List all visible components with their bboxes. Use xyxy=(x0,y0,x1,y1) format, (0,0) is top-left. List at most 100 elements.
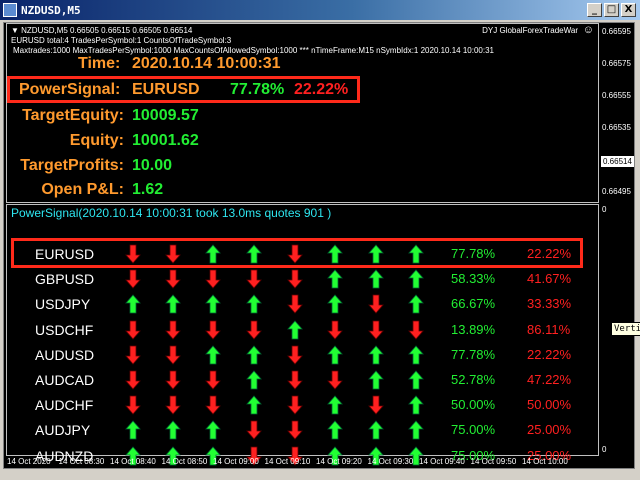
power-signal-label: PowerSignal: xyxy=(19,81,121,98)
up-arrow-icon xyxy=(408,420,424,440)
trade-status-line: EURUSD total:4 TradesPerSymbol:1 CountsO… xyxy=(11,36,232,45)
down-arrow-icon xyxy=(125,320,141,340)
signal-row: USDJPY 66.67% 33.33% xyxy=(7,292,600,316)
up-arrow-icon xyxy=(246,294,262,314)
up-arrow-icon xyxy=(368,370,384,390)
time-tick: 14 Oct 09:20 xyxy=(316,457,362,466)
indicator-title: PowerSignal(2020.10.14 10:00:31 took 13.… xyxy=(11,206,332,220)
down-arrow-icon xyxy=(165,345,181,365)
time-tick: 14 Oct 09:30 xyxy=(367,457,414,466)
symbol-name: USDCHF xyxy=(35,321,94,338)
time-tick: 14 Oct 09:40 xyxy=(419,457,465,466)
up-arrow-icon xyxy=(205,345,221,365)
sell-percent: 41.67% xyxy=(527,271,572,287)
up-arrow-icon xyxy=(408,294,424,314)
up-arrow-icon xyxy=(408,269,424,289)
open-pl-label: Open P&L: xyxy=(41,181,124,198)
time-tick: 14 Oct 09:10 xyxy=(264,457,311,466)
down-arrow-icon xyxy=(205,320,221,340)
open-pl-value: 1.62 xyxy=(132,181,164,198)
symbol-name: AUDCAD xyxy=(35,372,95,388)
indicator-subwindow[interactable]: PowerSignal(2020.10.14 10:00:31 took 13.… xyxy=(6,204,600,466)
window-title: NZDUSD,M5 xyxy=(21,3,81,17)
sell-percent: 86.11% xyxy=(527,321,571,337)
down-arrow-icon xyxy=(165,244,181,264)
time-tick: 14 Oct 09:50 xyxy=(470,457,517,466)
smiley-icon[interactable]: ☺ xyxy=(583,24,594,36)
settings-line: Maxtrades:1000 MaxTradesPerSymbol:1000 M… xyxy=(13,46,494,55)
up-arrow-icon xyxy=(327,345,343,365)
signal-row: GBPUSD 58.33% 41.67% xyxy=(7,267,600,291)
down-arrow-icon xyxy=(327,370,343,390)
down-arrow-icon xyxy=(327,320,343,340)
symbol-name: GBPUSD xyxy=(35,271,95,288)
up-arrow-icon xyxy=(327,244,343,264)
down-arrow-icon xyxy=(287,345,303,365)
price-tick: 0.66495 xyxy=(602,187,631,196)
up-arrow-icon xyxy=(327,420,343,440)
signal-row: EURUSD 77.78% 22.22% xyxy=(7,242,600,266)
up-arrow-icon xyxy=(287,319,303,340)
up-arrow-icon xyxy=(408,345,424,365)
down-arrow-icon xyxy=(287,420,303,440)
time-value: 2020.10.14 10:00:31 xyxy=(132,55,281,72)
sell-percent: 22.22% xyxy=(527,346,572,362)
buy-percent: 50.00% xyxy=(451,397,496,413)
down-arrow-icon xyxy=(368,320,384,340)
buy-percent: 77.78% xyxy=(451,346,496,362)
down-arrow-icon xyxy=(165,395,181,415)
time-tick: 14 Oct 2020 xyxy=(7,457,51,466)
sell-percent: 47.22% xyxy=(527,372,572,387)
up-arrow-icon xyxy=(327,269,343,289)
up-arrow-icon xyxy=(165,420,181,440)
up-arrow-icon xyxy=(205,294,221,314)
expert-name: DYJ GlobalForexTradeWar xyxy=(482,26,578,35)
power-signal-symbol: EURUSD xyxy=(132,81,200,98)
target-profits-value: 10.00 xyxy=(132,157,173,174)
signal-row: USDCHF 13.89% 86.11% xyxy=(7,318,600,342)
up-arrow-icon xyxy=(327,294,343,314)
sell-percent: 22.22% xyxy=(527,246,572,261)
time-label: Time: xyxy=(78,55,121,72)
symbol-quote-line: ▼ NZDUSD,M5 0.66505 0.66515 0.66505 0.66… xyxy=(11,26,193,35)
up-arrow-icon xyxy=(408,395,424,415)
main-chart-pane[interactable]: ▼ NZDUSD,M5 0.66505 0.66515 0.66505 0.66… xyxy=(6,23,599,203)
up-arrow-icon xyxy=(368,269,384,289)
down-arrow-icon xyxy=(125,269,141,289)
maximize-button[interactable]: □ xyxy=(604,3,619,17)
signal-row: AUDUSD 77.78% 22.22% xyxy=(7,343,600,367)
chart-window-icon xyxy=(3,3,17,17)
symbol-name: USDJPY xyxy=(35,296,91,313)
down-arrow-icon xyxy=(205,269,221,289)
down-arrow-icon xyxy=(287,294,303,314)
target-profits-label: TargetProfits: xyxy=(20,157,124,174)
up-arrow-icon xyxy=(125,294,141,314)
down-arrow-icon xyxy=(125,244,141,264)
symbol-name: AUDJPY xyxy=(35,422,91,439)
down-arrow-icon xyxy=(408,320,424,340)
down-arrow-icon xyxy=(205,370,221,390)
equity-label: Equity: xyxy=(69,132,124,149)
down-arrow-icon xyxy=(287,244,303,264)
status-strip xyxy=(0,469,640,480)
buy-percent: 66.67% xyxy=(451,296,496,312)
up-arrow-icon xyxy=(368,420,384,440)
sell-percent: 25.00% xyxy=(527,422,572,438)
close-button[interactable]: X xyxy=(621,3,636,17)
up-arrow-icon xyxy=(246,370,262,390)
price-tick: 0.66535 xyxy=(602,123,631,132)
down-arrow-icon xyxy=(246,320,262,340)
chart-area[interactable]: ▼ NZDUSD,M5 0.66505 0.66515 0.66505 0.66… xyxy=(3,22,635,469)
up-arrow-icon xyxy=(327,395,343,415)
time-tick: 14 Oct 09:00 xyxy=(213,457,259,466)
up-arrow-icon xyxy=(408,244,424,264)
minimize-button[interactable]: _ xyxy=(587,3,602,17)
buy-percent: 58.33% xyxy=(451,271,496,287)
time-tick: 14 Oct 08:30 xyxy=(58,457,105,466)
up-arrow-icon xyxy=(125,420,141,440)
equity-value: 10001.62 xyxy=(132,132,199,149)
time-tick: 14 Oct 08:50 xyxy=(161,457,208,466)
up-arrow-icon xyxy=(368,345,384,365)
subwindow-scale-top: 0 xyxy=(602,205,607,214)
time-tick: 14 Oct 10:00 xyxy=(522,457,568,466)
